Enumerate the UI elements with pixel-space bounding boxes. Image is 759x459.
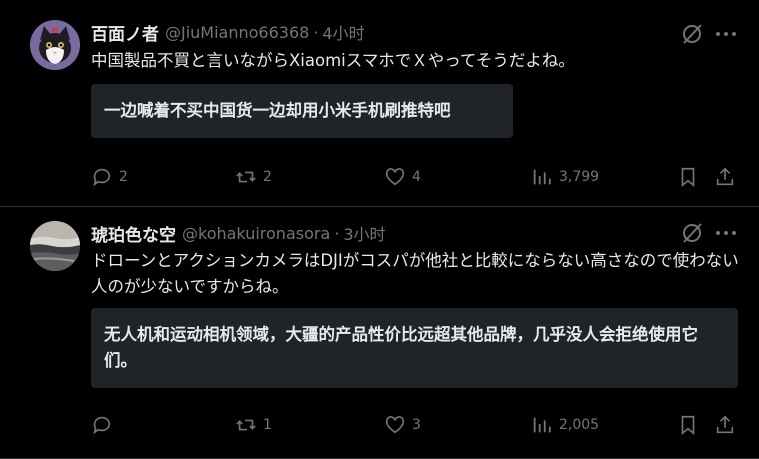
tweet-header: 琥珀色な空 @kohakuironasora · 3小时 <box>91 221 386 246</box>
repost-count: 2 <box>263 169 272 185</box>
like-button[interactable]: 4 <box>384 165 421 189</box>
tweet-text: 中国製品不買と言いながらXiaomiスマホでＸやってそうだよね。 <box>91 51 575 70</box>
tweet-text: ドローンとアクションカメラはDJIがコスパが他社と比較にならない高さなので使わな… <box>91 251 739 296</box>
reply-icon <box>93 416 111 435</box>
tweet-header: 百面ノ者 @JiuMianno66368 · 4小时 <box>91 20 365 45</box>
reply-button[interactable] <box>91 413 119 437</box>
bookmark-button[interactable] <box>677 165 699 189</box>
share-button[interactable] <box>714 165 736 189</box>
reply-icon <box>93 168 111 187</box>
views-button[interactable]: 2,005 <box>531 413 599 437</box>
display-name[interactable]: 琥珀色な空 <box>91 221 176 246</box>
repost-count: 1 <box>263 417 272 433</box>
share-icon <box>716 167 734 186</box>
user-handle[interactable]: @JiuMianno66368 <box>165 23 309 42</box>
grok-icon[interactable] <box>680 221 704 245</box>
heart-icon <box>385 168 405 186</box>
tweet[interactable]: 琥珀色な空 @kohakuironasora · 3小时 ドローンとアクションカ… <box>0 207 759 459</box>
timestamp[interactable]: 4小时 <box>322 20 364 44</box>
like-count: 3 <box>412 417 421 433</box>
repost-button[interactable]: 2 <box>235 165 272 189</box>
more-icon[interactable] <box>713 22 739 46</box>
bookmark-icon <box>681 415 695 436</box>
heart-icon <box>385 416 405 434</box>
translation-text: 无人机和运动相机领域，大疆的产品性价比远超其他品牌，几乎没人会拒绝使用它们。 <box>104 325 698 370</box>
bookmark-icon <box>681 167 695 188</box>
views-icon <box>533 417 551 433</box>
share-button[interactable] <box>714 413 736 437</box>
repost-button[interactable]: 1 <box>235 413 272 437</box>
repost-icon <box>236 419 256 431</box>
views-count: 3,799 <box>559 169 600 185</box>
translation-box: 无人机和运动相机领域，大疆的产品性价比远超其他品牌，几乎没人会拒绝使用它们。 <box>91 308 738 388</box>
bookmark-button[interactable] <box>677 413 699 437</box>
more-icon[interactable] <box>713 221 739 245</box>
views-icon <box>533 169 551 185</box>
translation-text: 一边喊着不买中国货一边却用小米手机刷推特吧 <box>104 101 451 120</box>
reply-count: 2 <box>119 169 128 185</box>
reply-button[interactable]: 2 <box>91 165 128 189</box>
translation-box: 一边喊着不买中国货一边却用小米手机刷推特吧 <box>91 84 513 138</box>
like-count: 4 <box>412 169 421 185</box>
avatar[interactable] <box>30 20 80 70</box>
separator: · <box>334 223 340 243</box>
tweet[interactable]: 百面ノ者 @JiuMianno66368 · 4小时 中国製品不買と言いながらX… <box>0 0 759 206</box>
share-icon <box>716 415 734 434</box>
separator: · <box>313 22 319 42</box>
views-button[interactable]: 3,799 <box>531 165 599 189</box>
avatar[interactable] <box>30 221 80 271</box>
grok-icon[interactable] <box>680 22 704 46</box>
repost-icon <box>236 171 256 183</box>
views-count: 2,005 <box>559 417 600 433</box>
like-button[interactable]: 3 <box>384 413 421 437</box>
action-bar: 1 3 2,005 <box>0 413 759 437</box>
display-name[interactable]: 百面ノ者 <box>91 20 159 45</box>
action-bar: 2 2 4 3,799 <box>0 165 759 189</box>
timestamp[interactable]: 3小时 <box>343 221 385 245</box>
user-handle[interactable]: @kohakuironasora <box>182 224 330 243</box>
